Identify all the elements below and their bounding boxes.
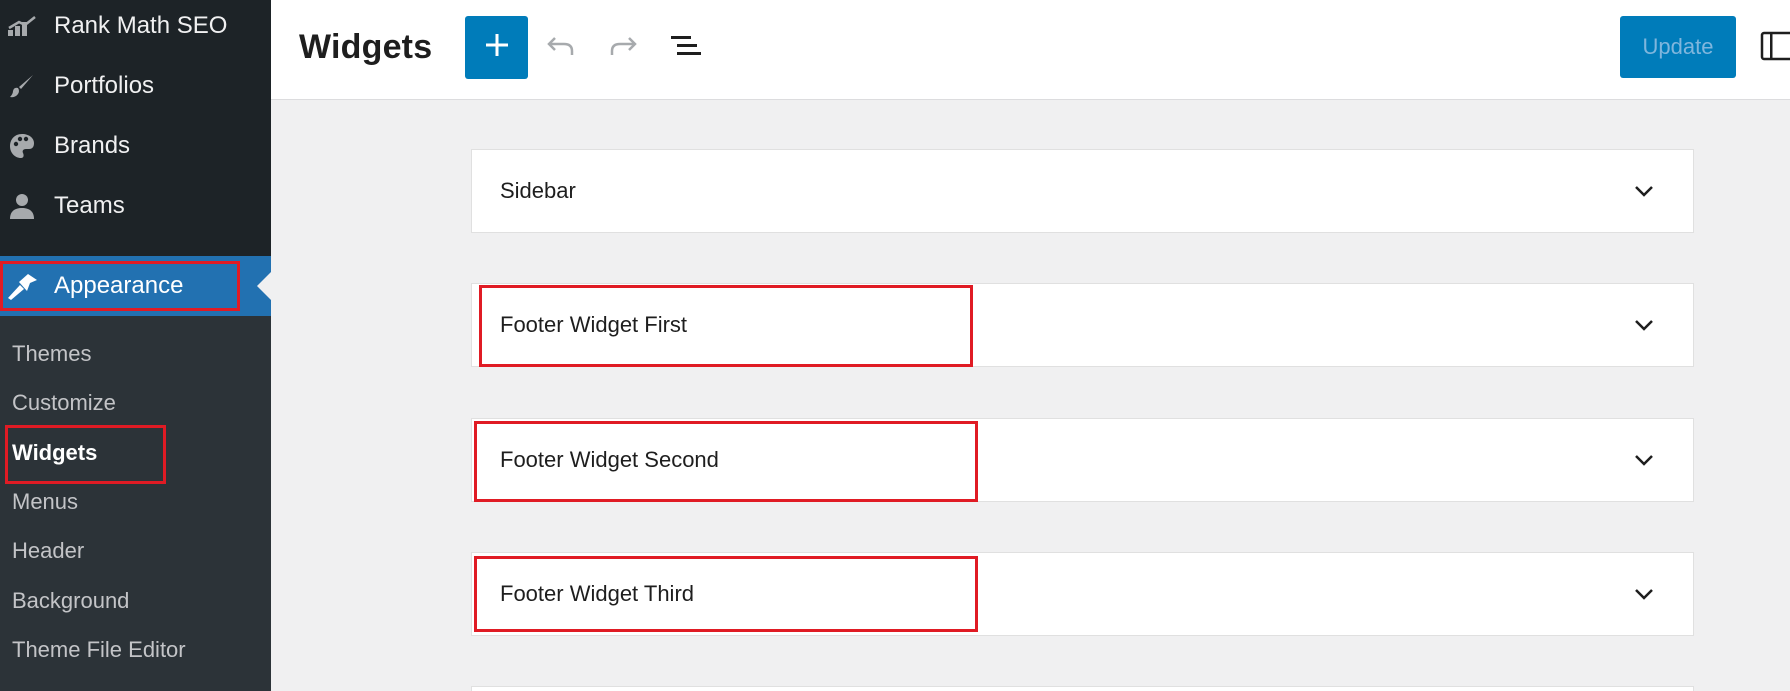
widget-area-footer-third[interactable]: Footer Widget Third (471, 552, 1694, 636)
submenu-item-background[interactable]: Background (12, 588, 129, 614)
undo-button[interactable] (539, 26, 583, 70)
update-button[interactable]: Update (1620, 16, 1736, 78)
sidebar-item-label: Teams (54, 192, 125, 219)
appearance-icon (6, 270, 38, 302)
sidebar-item-label: Brands (54, 132, 131, 159)
sidebar-toggle-icon (1759, 31, 1790, 68)
submenu-item-header[interactable]: Header (12, 538, 84, 564)
sidebar-item-brands[interactable]: Brands (0, 116, 271, 176)
sidebar-item-rank-math-seo[interactable]: Rank Math SEO (0, 0, 271, 56)
rank-math-icon (6, 10, 38, 42)
plus-icon (484, 32, 510, 63)
submenu-item-menus[interactable]: Menus (12, 489, 78, 515)
widget-area-title: Footer Widget Second (500, 447, 719, 472)
brush-icon (6, 70, 38, 102)
widget-area-footer-second[interactable]: Footer Widget Second (471, 418, 1694, 502)
appearance-submenu: Themes Customize Widgets Menus Header Ba… (0, 316, 271, 691)
sidebar-item-label: Rank Math SEO (54, 12, 228, 39)
redo-icon (608, 35, 638, 62)
chevron-down-icon (1633, 318, 1655, 332)
undo-icon (546, 35, 576, 62)
sidebar-item-label: Portfolios (54, 72, 155, 99)
sidebar-item-appearance[interactable]: Appearance (0, 256, 271, 316)
palette-icon (6, 130, 38, 162)
submenu-item-themes[interactable]: Themes (12, 341, 91, 367)
sidebar-item-label: Appearance (54, 272, 184, 299)
editor-header: Widgets Update (271, 0, 1790, 100)
sidebar-item-teams[interactable]: Teams (0, 176, 271, 236)
chevron-down-icon (1633, 587, 1655, 601)
page-title: Widgets (299, 28, 433, 66)
widget-area-footer-first[interactable]: Footer Widget First (471, 283, 1694, 367)
admin-sidebar: Rank Math SEO Portfolios Brands Teams Ap… (0, 0, 271, 691)
person-icon (6, 190, 38, 222)
redo-button[interactable] (601, 26, 645, 70)
submenu-item-customize[interactable]: Customize (12, 390, 116, 416)
submenu-item-theme-file-editor[interactable]: Theme File Editor (12, 637, 186, 663)
add-block-button[interactable] (465, 16, 528, 79)
list-view-icon (669, 33, 703, 64)
active-menu-arrow (257, 272, 271, 300)
settings-button[interactable] (1759, 30, 1790, 70)
chevron-down-icon (1633, 453, 1655, 467)
widget-area-title: Footer Widget First (500, 312, 688, 337)
widget-area-title: Footer Widget Third (500, 581, 695, 606)
sidebar-item-portfolios[interactable]: Portfolios (0, 56, 271, 116)
widget-area-title: Sidebar (500, 178, 576, 203)
wp-admin-screen: Rank Math SEO Portfolios Brands Teams Ap… (0, 0, 1790, 691)
widget-area-partial[interactable] (471, 686, 1694, 691)
widget-area-sidebar[interactable]: Sidebar (471, 149, 1694, 233)
list-view-button[interactable] (664, 26, 708, 70)
chevron-down-icon (1633, 184, 1655, 198)
submenu-item-widgets[interactable]: Widgets (12, 440, 97, 466)
